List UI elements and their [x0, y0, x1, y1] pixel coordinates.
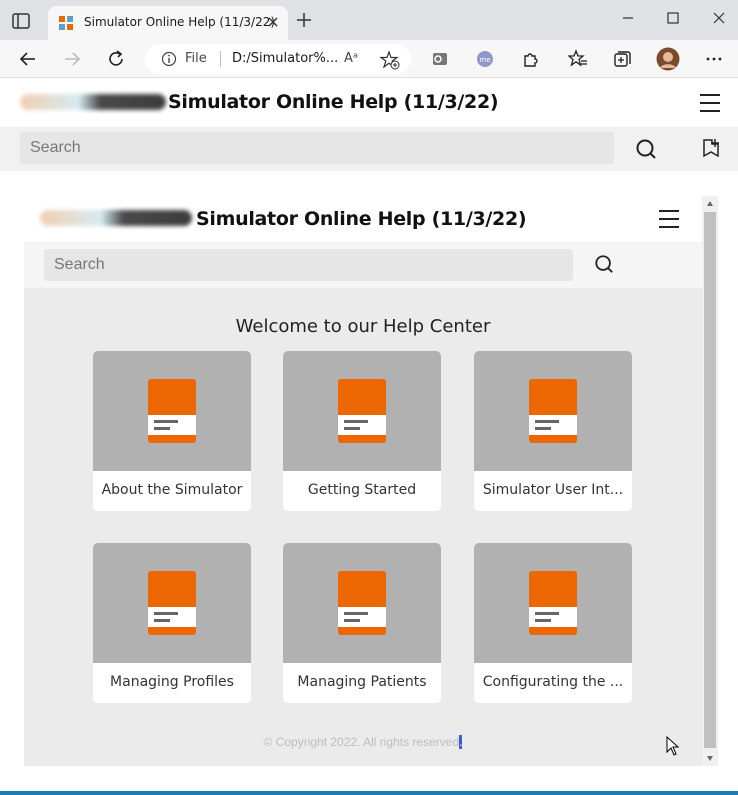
refresh-icon[interactable]	[106, 49, 126, 69]
card-label: Managing Patients	[297, 674, 427, 690]
forward-icon[interactable]	[62, 49, 82, 69]
card-label: Configurating the ...	[482, 674, 624, 690]
collections-icon[interactable]	[612, 49, 632, 69]
card-image	[93, 351, 251, 471]
add-favorite-icon[interactable]	[380, 50, 400, 70]
scroll-down-arrow-icon[interactable]	[706, 754, 714, 762]
book-icon	[338, 571, 386, 635]
card-label: Managing Profiles	[110, 674, 234, 690]
frame-menu-hamburger-icon[interactable]	[659, 210, 679, 228]
search-input[interactable]	[20, 132, 614, 164]
address-bar[interactable]: File D:/Simulator%... Aᵃ	[145, 44, 411, 74]
card-image	[474, 543, 632, 663]
page-header: Simulator Online Help (11/3/22)	[0, 79, 738, 127]
frame-search-icon[interactable]	[594, 254, 614, 274]
frame-search-bar	[24, 242, 702, 288]
frame-header: Simulator Online Help (11/3/22)	[24, 196, 702, 242]
close-tab-icon[interactable]	[266, 15, 280, 29]
welcome-heading: Welcome to our Help Center	[235, 316, 491, 337]
read-aloud-icon[interactable]: Aᵃ	[344, 51, 362, 67]
browser-tab-bar: Simulator Online Help (11/3/22)	[0, 0, 738, 40]
address-scheme-label: File	[185, 51, 207, 66]
card-label: Simulator User Int...	[482, 482, 624, 498]
mouse-cursor-icon	[666, 736, 680, 756]
search-icon[interactable]	[635, 138, 657, 160]
address-separator	[220, 51, 221, 67]
copyright-selected-text: .	[459, 735, 463, 749]
card-image	[283, 351, 441, 471]
frame-scrollbar[interactable]	[702, 196, 718, 766]
topic-card-getting-started[interactable]: Getting Started	[283, 351, 441, 511]
page-search-bar	[0, 127, 738, 171]
close-window-icon[interactable]	[711, 10, 727, 26]
help-frame: Simulator Online Help (11/3/22) Welcome …	[24, 196, 702, 766]
address-url[interactable]: D:/Simulator%...	[232, 51, 338, 66]
maximize-icon[interactable]	[665, 10, 681, 26]
more-icon[interactable]	[704, 49, 724, 69]
tab-title: Simulator Online Help (11/3/22)	[84, 15, 276, 29]
info-icon[interactable]	[161, 51, 177, 67]
card-label: Getting Started	[307, 482, 417, 498]
card-label: About the Simulator	[101, 482, 243, 498]
copyright-text: © Copyright 2022. All rights reserved	[263, 735, 460, 749]
bookmark-add-icon[interactable]	[700, 138, 720, 158]
topic-card-patients[interactable]: Managing Patients	[283, 543, 441, 703]
tab-actions-icon[interactable]	[10, 10, 32, 32]
frame-title: Simulator Online Help (11/3/22)	[196, 208, 527, 230]
company-logo	[20, 94, 166, 110]
card-image	[283, 543, 441, 663]
page-title: Simulator Online Help (11/3/22)	[168, 91, 499, 113]
profile-avatar[interactable]	[656, 47, 680, 71]
card-image	[93, 543, 251, 663]
book-icon	[338, 379, 386, 443]
new-tab-icon[interactable]	[296, 12, 312, 28]
topic-card-about[interactable]: About the Simulator	[93, 351, 251, 511]
menu-hamburger-icon[interactable]	[700, 94, 720, 112]
browser-tab[interactable]: Simulator Online Help (11/3/22)	[48, 6, 288, 40]
scroll-up-arrow-icon[interactable]	[706, 200, 714, 208]
frame-search-input[interactable]	[44, 249, 573, 281]
card-image	[474, 351, 632, 471]
topic-card-configurating[interactable]: Configurating the ...	[474, 543, 632, 703]
svg-text:me: me	[479, 56, 490, 64]
topic-card-profiles[interactable]: Managing Profiles	[93, 543, 251, 703]
minimize-icon[interactable]	[620, 10, 636, 26]
book-icon	[529, 379, 577, 443]
site-favicon-icon	[59, 16, 73, 30]
favorites-icon[interactable]	[568, 49, 588, 69]
browser-toolbar: File D:/Simulator%... Aᵃ me	[0, 40, 738, 78]
book-icon	[529, 571, 577, 635]
back-icon[interactable]	[18, 49, 38, 69]
book-icon	[148, 571, 196, 635]
outlook-icon[interactable]	[430, 49, 450, 69]
topic-card-user-interface[interactable]: Simulator User Int...	[474, 351, 632, 511]
scroll-thumb[interactable]	[704, 212, 716, 748]
copyright-footer: © Copyright 2022. All rights reserved.	[24, 735, 702, 749]
extension-me-icon[interactable]: me	[475, 49, 495, 69]
extensions-icon[interactable]	[520, 49, 540, 69]
frame-company-logo	[40, 210, 192, 226]
taskbar-edge	[0, 791, 738, 795]
book-icon	[148, 379, 196, 443]
